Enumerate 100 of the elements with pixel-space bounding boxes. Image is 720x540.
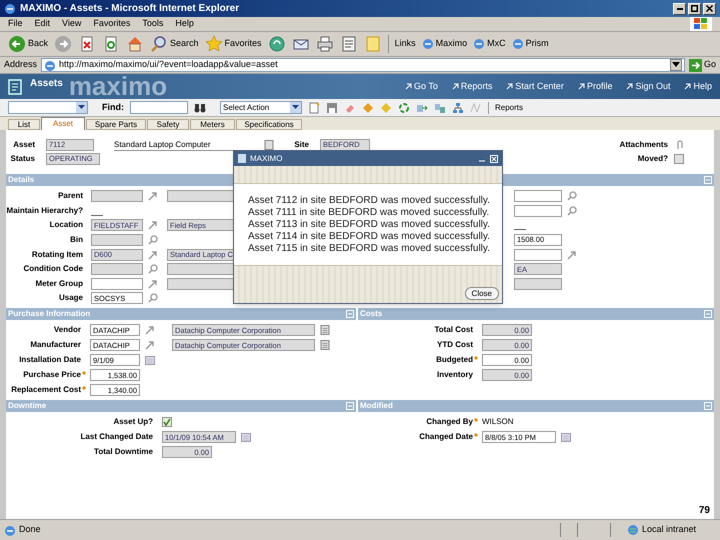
tab[interactable]: Meters — [190, 119, 235, 130]
close-button[interactable]: Close — [464, 287, 499, 300]
sticky-note-icon[interactable] — [364, 35, 382, 53]
section-title: Details — [8, 174, 34, 186]
notepad-icon[interactable] — [320, 325, 330, 336]
header-link[interactable]: Start Center — [506, 80, 564, 94]
field-label: Maintain Hierarchy? — [6, 204, 83, 217]
arrow-icon[interactable] — [145, 325, 155, 336]
menu-item[interactable]: Tools — [142, 17, 164, 31]
status-text: Done — [19, 523, 41, 536]
magnifier-icon[interactable] — [567, 206, 577, 216]
menu-item[interactable]: Edit — [34, 17, 50, 31]
calendar-icon[interactable] — [561, 432, 571, 442]
previous-diamond-icon[interactable] — [362, 102, 374, 114]
swap-asset-icon[interactable] — [434, 102, 446, 114]
window-title: MAXIMO - Assets - Microsoft Internet Explorer — [20, 2, 240, 16]
magnifier-icon[interactable] — [148, 264, 158, 274]
dropdown-caret-icon — [78, 105, 85, 110]
input-field[interactable] — [91, 234, 143, 246]
hierarchy-icon[interactable] — [452, 102, 464, 114]
arrow-icon[interactable] — [148, 191, 158, 202]
menu-item[interactable]: File — [8, 17, 23, 31]
checkbox[interactable] — [162, 417, 172, 428]
header-link[interactable]: Help — [684, 80, 712, 94]
collapse-icon[interactable] — [704, 176, 712, 184]
magnifier-icon[interactable] — [148, 293, 158, 304]
window-minimize-button[interactable] — [673, 2, 686, 14]
collapse-icon[interactable] — [704, 310, 712, 318]
link-button[interactable]: MxC — [473, 37, 506, 51]
media-circle-icon[interactable] — [268, 35, 286, 53]
collapse-icon[interactable] — [704, 402, 712, 410]
input-field[interactable] — [91, 190, 143, 202]
link-button[interactable]: Prism — [512, 37, 549, 51]
arrow-icon[interactable] — [148, 220, 158, 230]
collapse-icon[interactable] — [346, 402, 354, 410]
notepad-icon[interactable] — [320, 340, 330, 350]
find-field[interactable] — [130, 101, 188, 114]
small-arrow-icon — [452, 83, 459, 90]
input-field[interactable] — [514, 204, 562, 217]
header-link[interactable]: Profile — [578, 80, 612, 94]
arrow-icon[interactable] — [567, 250, 577, 260]
browser-logo-icon — [4, 2, 16, 14]
close-icon — [706, 5, 713, 12]
calendar-icon[interactable] — [241, 432, 251, 442]
go-button[interactable]: Go — [688, 58, 716, 72]
input-field[interactable] — [91, 278, 143, 290]
minimize-icon — [676, 8, 682, 10]
magnifier-icon[interactable] — [148, 235, 158, 246]
toolbar-button[interactable]: Search — [150, 35, 199, 53]
close-icon[interactable] — [490, 154, 498, 162]
arrow-icon[interactable] — [148, 278, 158, 289]
page-icon — [4, 524, 15, 536]
collapse-icon[interactable] — [346, 310, 354, 318]
checkbox[interactable] — [674, 154, 684, 164]
tab[interactable]: Safety — [147, 119, 189, 130]
query-select[interactable] — [8, 101, 88, 114]
toolbar-button[interactable]: Back — [8, 35, 48, 53]
field-label: Usage — [58, 292, 83, 304]
new-record-icon[interactable] — [308, 102, 320, 114]
zone-text: Local intranet — [642, 523, 696, 536]
binoculars-icon[interactable] — [194, 102, 206, 112]
input-field[interactable] — [514, 190, 562, 202]
save-icon[interactable] — [326, 102, 338, 114]
menu-item[interactable]: View — [62, 17, 82, 31]
header-link[interactable]: Go To — [405, 80, 438, 94]
arrow-icon[interactable] — [145, 340, 155, 350]
magnifier-icon[interactable] — [567, 191, 577, 202]
document-icon[interactable] — [340, 35, 358, 53]
window-close-button[interactable] — [703, 2, 716, 14]
toolbar-button[interactable]: Favorites — [204, 35, 262, 53]
tab[interactable]: Asset — [41, 117, 85, 130]
recycle-icon[interactable] — [398, 102, 410, 114]
input-field[interactable] — [91, 263, 143, 276]
window-maximize-button[interactable] — [688, 2, 701, 14]
printer-icon[interactable] — [316, 35, 334, 53]
menu-item[interactable]: Help — [175, 17, 194, 31]
notepad-icon[interactable] — [264, 140, 274, 150]
field-label: Bin — [70, 234, 83, 246]
page-icon — [512, 38, 524, 50]
input-field[interactable] — [514, 278, 562, 290]
tab[interactable]: Specifications — [236, 119, 302, 130]
header-link[interactable]: Sign Out — [626, 80, 670, 94]
field-label: Status — [10, 153, 35, 165]
tab[interactable]: List — [8, 119, 40, 130]
home-icon[interactable] — [126, 35, 144, 53]
input-field[interactable] — [514, 248, 562, 261]
action-select[interactable]: Select Action — [220, 101, 302, 114]
next-diamond-icon[interactable] — [380, 102, 392, 114]
link-button[interactable]: Maximo — [422, 37, 468, 51]
dialog-logo-icon — [238, 154, 246, 163]
windows-flag-icon — [690, 17, 712, 31]
arrow-icon[interactable] — [148, 250, 158, 260]
field-label: Changed By — [426, 416, 473, 428]
calendar-icon[interactable] — [145, 355, 155, 366]
address-field[interactable]: http://maximo/maximo/ui/?event=loadapp&value=asset — [41, 58, 685, 72]
tab[interactable]: Spare Parts — [86, 119, 146, 130]
menu-item[interactable]: Favorites — [93, 17, 130, 31]
field-label: Condition Code — [23, 263, 83, 276]
reports-link[interactable]: Reports — [495, 102, 524, 114]
header-link[interactable]: Reports — [452, 80, 492, 94]
